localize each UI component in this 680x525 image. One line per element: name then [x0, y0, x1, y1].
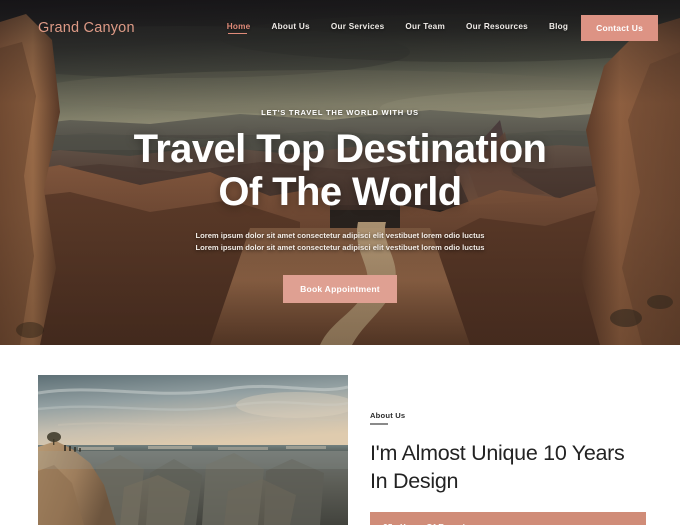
- nav-links: Home About Us Our Services Our Team Our …: [227, 22, 568, 34]
- about-text-block: About Us I'm Almost Unique 10 Years In D…: [370, 375, 646, 525]
- about-canyon-photo: [38, 375, 348, 525]
- contact-us-button[interactable]: Contact Us: [581, 15, 658, 41]
- experience-badge: 25+ Years Of Experince: [370, 512, 646, 525]
- navbar: Grand Canyon Home About Us Our Services …: [0, 0, 680, 56]
- nav-item-our-services[interactable]: Our Services: [331, 22, 385, 34]
- hero-title-line-1: Travel Top Destination: [133, 127, 547, 171]
- nav-item-blog[interactable]: Blog: [549, 22, 568, 34]
- hero-title: Travel Top Destination Of The World: [20, 128, 660, 214]
- about-image: [38, 375, 348, 525]
- hero-title-line-2: Of The World: [218, 170, 462, 214]
- book-appointment-button[interactable]: Book Appointment: [283, 275, 397, 304]
- nav-item-home[interactable]: Home: [227, 22, 251, 34]
- hero-subtitle: Lorem ipsum dolor sit amet consectetur a…: [195, 231, 485, 253]
- about-section: About Us I'm Almost Unique 10 Years In D…: [0, 345, 680, 525]
- hero-content: LET'S TRAVEL THE WORLD WITH US Travel To…: [0, 108, 680, 304]
- hero-eyebrow: LET'S TRAVEL THE WORLD WITH US: [261, 108, 419, 117]
- nav-item-our-resources[interactable]: Our Resources: [466, 22, 528, 34]
- hero-section: Grand Canyon Home About Us Our Services …: [0, 0, 680, 345]
- brand-logo[interactable]: Grand Canyon: [38, 20, 135, 36]
- about-heading: I'm Almost Unique 10 Years In Design: [370, 441, 625, 493]
- nav-item-about-us[interactable]: About Us: [271, 22, 309, 34]
- about-tag-label: About Us: [370, 411, 405, 425]
- nav-item-our-team[interactable]: Our Team: [405, 22, 445, 34]
